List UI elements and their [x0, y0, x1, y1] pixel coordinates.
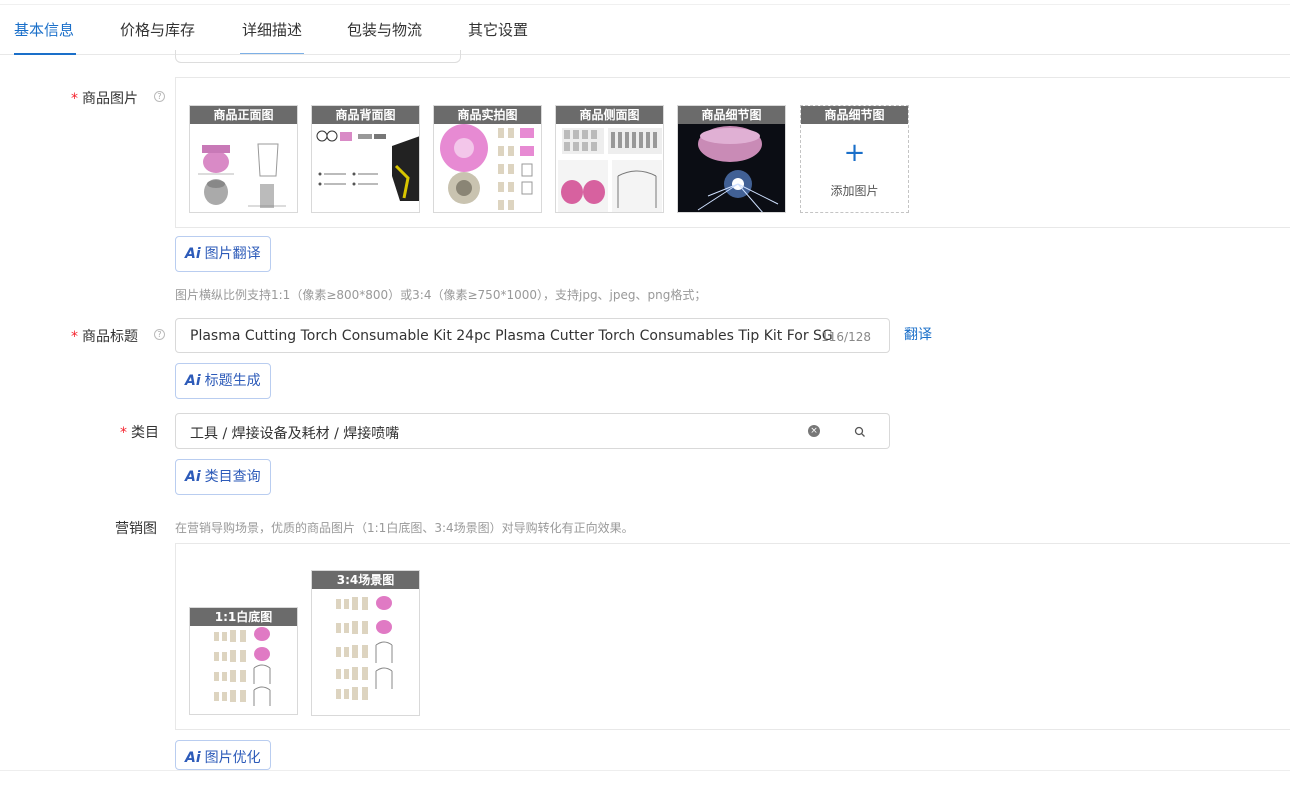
product-images-panel: 商品正面图 商品背面图 商品实拍图 商品侧面图 商品细节图 商品细节图 + 添加… — [175, 77, 1290, 228]
product-image-side[interactable]: 商品侧面图 — [555, 105, 664, 213]
bottom-divider — [0, 770, 1290, 771]
marketing-images-label: 营销图 — [115, 521, 157, 537]
tab-detail-description[interactable]: 详细描述 — [242, 19, 302, 40]
required-mark: * — [120, 425, 127, 441]
product-image-detail[interactable]: 商品细节图 — [677, 105, 786, 213]
product-image-back[interactable]: 商品背面图 — [311, 105, 420, 213]
ai-icon: Ai — [185, 373, 201, 389]
ai-icon: Ai — [185, 750, 201, 766]
required-mark: * — [71, 91, 78, 107]
product-title-value: Plasma Cutting Torch Consumable Kit 24pc… — [190, 328, 833, 344]
previous-field-edge — [175, 50, 461, 63]
add-image-slot[interactable]: 商品细节图 + 添加图片 — [800, 105, 909, 213]
category-label: * 类目 — [120, 425, 159, 441]
thumbnail-caption: 商品背面图 — [312, 106, 419, 124]
marketing-image-scene[interactable]: 3:4场景图 — [311, 570, 420, 716]
add-image-text: 添加图片 — [830, 184, 879, 198]
product-image-real[interactable]: 商品实拍图 — [433, 105, 542, 213]
marketing-images-hint: 在营销导购场景，优质的商品图片（1:1白底图、3:4场景图）对导购转化有正向效果… — [175, 521, 634, 535]
product-title-input[interactable]: Plasma Cutting Torch Consumable Kit 24pc… — [175, 318, 890, 353]
thumbnail-caption: 商品细节图 — [801, 106, 908, 124]
thumbnail-caption: 3:4场景图 — [312, 571, 419, 589]
product-images-label: * 商品图片 — [71, 91, 138, 107]
category-query-button[interactable]: Ai 类目查询 — [175, 459, 271, 495]
thumbnail-caption: 商品实拍图 — [434, 106, 541, 124]
image-format-hint: 图片横纵比例支持1:1（像素≥800*800）或3:4（像素≥750*1000）… — [175, 288, 707, 302]
ai-icon: Ai — [185, 246, 201, 262]
product-title-label: * 商品标题 — [71, 329, 138, 345]
image-optimize-button[interactable]: Ai 图片优化 — [175, 740, 271, 770]
tab-bar: 基本信息 价格与库存 详细描述 包装与物流 其它设置 — [0, 4, 1290, 55]
plus-icon: + — [843, 138, 866, 168]
marketing-image-white-bg[interactable]: 1:1白底图 — [189, 607, 298, 715]
tab-basic-info[interactable]: 基本信息 — [14, 19, 74, 40]
scene-illustration — [336, 596, 393, 700]
required-mark: * — [71, 329, 78, 345]
help-icon[interactable]: ? — [154, 329, 165, 340]
search-icon — [854, 426, 865, 437]
thumbnail-caption: 商品正面图 — [190, 106, 297, 124]
tab-price-stock[interactable]: 价格与库存 — [120, 19, 195, 40]
category-input[interactable]: 工具 / 焊接设备及耗材 / 焊接喷嘴 × — [175, 413, 831, 449]
product-image-front[interactable]: 商品正面图 — [189, 105, 298, 213]
tab-other-settings[interactable]: 其它设置 — [468, 19, 528, 40]
thumbnail-caption: 商品细节图 — [678, 106, 785, 124]
thumbnail-caption: 1:1白底图 — [190, 608, 297, 626]
clear-icon[interactable]: × — [808, 425, 820, 437]
tab-package-logistics[interactable]: 包装与物流 — [347, 19, 422, 40]
thumbnail-caption: 商品侧面图 — [556, 106, 663, 124]
translate-title-link[interactable]: 翻译 — [904, 324, 932, 344]
category-search-button[interactable] — [830, 413, 890, 449]
active-tab-indicator — [14, 53, 76, 55]
help-icon[interactable]: ? — [154, 91, 165, 102]
marketing-images-panel: 1:1白底图 3:4场景图 — [175, 543, 1290, 730]
category-value: 工具 / 焊接设备及耗材 / 焊接喷嘴 — [190, 426, 400, 442]
ai-icon: Ai — [185, 469, 201, 485]
title-char-counter: 116/128 — [821, 330, 871, 344]
title-generate-button[interactable]: Ai 标题生成 — [175, 363, 271, 399]
image-translate-button[interactable]: Ai 图片翻译 — [175, 236, 271, 272]
